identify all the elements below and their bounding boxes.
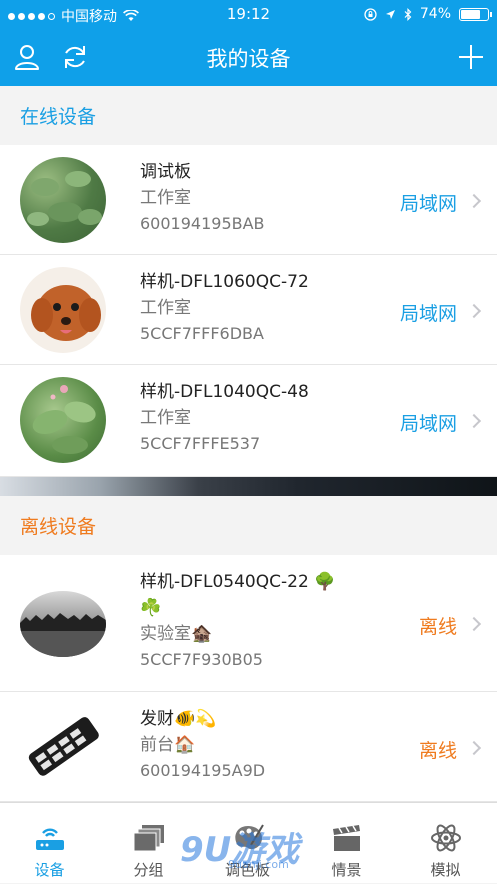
device-status: 局域网	[399, 413, 457, 435]
device-status: 离线	[418, 740, 457, 762]
device-status: 离线	[418, 616, 457, 638]
power-strip-image	[28, 717, 99, 776]
device-status: 局域网	[399, 303, 457, 325]
device-info: 发财🐠💫 前台🏠 600194195A9D	[140, 706, 265, 784]
device-row[interactable]: 发财🐠💫 前台🏠 600194195A9D 离线	[0, 692, 497, 802]
bluetooth-icon	[404, 7, 412, 21]
forest-image	[20, 613, 106, 657]
chevron-right-icon	[466, 616, 482, 632]
device-name: 发财🐠💫	[140, 709, 217, 729]
device-mac: 5CCF7FFFE537	[140, 434, 261, 453]
device-row[interactable]: 样机-DFL1060QC-72 工作室 5CCF7FFF6DBA 局域网	[0, 255, 497, 365]
device-info: 样机-DFL0540QC-22 🌳 ☘️ 实验室🏚️ 5CCF7F930B05	[140, 569, 335, 673]
tab-label: 设备	[34, 861, 65, 879]
offline-section-title: 离线设备	[20, 516, 97, 538]
tab-devices[interactable]: 设备	[0, 803, 99, 884]
device-mac: 5CCF7F930B05	[140, 650, 263, 669]
rotation-lock-icon	[364, 7, 377, 21]
device-room: 前台🏠	[140, 735, 196, 755]
tab-scenes[interactable]: 情景	[297, 803, 396, 884]
device-room: 工作室	[140, 408, 191, 428]
background-strip	[0, 477, 497, 496]
lotus-leaves-image	[27, 171, 102, 226]
tab-label: 模拟	[430, 861, 461, 879]
chevron-right-icon	[466, 413, 482, 429]
device-mac: 5CCF7FFF6DBA	[140, 324, 264, 343]
device-name: 样机-DFL1060QC-72	[140, 272, 309, 292]
battery-percent: 74%	[419, 6, 451, 22]
device-name: 样机-DFL0540QC-22 🌳	[140, 572, 336, 592]
chevron-right-icon	[466, 193, 482, 209]
nav-bar: 我的设备	[0, 30, 497, 86]
page-title: 我的设备	[206, 47, 291, 71]
device-row[interactable]: 样机-DFL1040QC-48 工作室 5CCF7FFFE537 局域网	[0, 365, 497, 477]
device-info: 样机-DFL1040QC-48 工作室 5CCF7FFFE537	[140, 379, 309, 457]
chevron-right-icon	[466, 303, 482, 319]
device-avatar	[20, 157, 106, 243]
online-section-title: 在线设备	[20, 106, 97, 128]
router-icon	[36, 828, 64, 850]
device-row[interactable]: 样机-DFL0540QC-22 🌳 ☘️ 实验室🏚️ 5CCF7F930B05 …	[0, 555, 497, 692]
device-status: 局域网	[399, 193, 457, 215]
status-right: 74%	[364, 6, 492, 22]
watermark-url: 9uanji.com	[228, 858, 289, 871]
puppy-image	[31, 285, 101, 341]
tab-label: 情景	[331, 861, 362, 879]
add-icon[interactable]	[456, 42, 486, 72]
device-row[interactable]: 调试板 工作室 600194195BAB 局域网	[0, 145, 497, 255]
lotus-leaves-image	[32, 385, 96, 454]
chevron-right-icon	[466, 740, 482, 756]
clapper-icon	[333, 825, 360, 851]
online-section-header: 在线设备	[0, 86, 497, 144]
device-avatar	[20, 377, 106, 463]
device-room: 工作室	[140, 298, 191, 318]
stack-icon	[133, 825, 164, 852]
device-room: 工作室	[140, 188, 191, 208]
device-name-line2: ☘️	[140, 598, 162, 618]
battery-icon	[459, 7, 492, 21]
device-avatar	[20, 267, 106, 353]
offline-section-header: 离线设备	[0, 496, 497, 554]
device-avatar	[20, 591, 106, 657]
device-info: 样机-DFL1060QC-72 工作室 5CCF7FFF6DBA	[140, 269, 309, 347]
atom-icon	[431, 824, 461, 852]
device-info: 调试板 工作室 600194195BAB	[140, 159, 265, 237]
device-avatar	[20, 704, 106, 790]
device-mac: 600194195A9D	[140, 761, 266, 780]
device-room: 实验室🏚️	[140, 624, 213, 644]
device-mac: 600194195BAB	[140, 214, 265, 233]
location-icon	[385, 9, 395, 19]
device-name: 调试板	[140, 162, 191, 182]
device-name: 样机-DFL1040QC-48	[140, 382, 309, 402]
tab-simulate[interactable]: 模拟	[396, 803, 495, 884]
status-bar: 中国移动 19:12 74%	[0, 0, 497, 30]
